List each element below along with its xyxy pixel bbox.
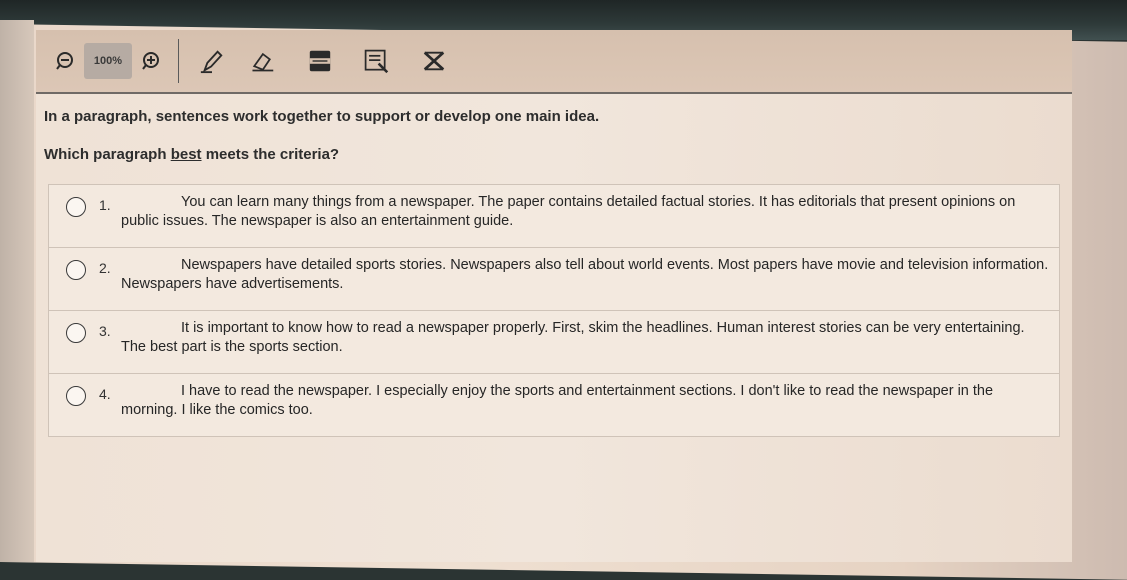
eraser-icon[interactable] bbox=[249, 48, 275, 74]
question-stem-emphasis: best bbox=[170, 146, 202, 163]
question-stem-end: meets the criteria? bbox=[201, 146, 340, 163]
answer-text-4: I have to read the newspaper. I especial… bbox=[121, 383, 994, 418]
zoom-out-icon[interactable] bbox=[52, 48, 78, 74]
radio-button-2[interactable] bbox=[66, 260, 86, 280]
answer-text-2: Newspapers have detailed sports stories.… bbox=[121, 257, 1049, 292]
answer-number-4: 4. bbox=[99, 386, 111, 402]
question-stem: Which paragraph best meets the criteria? bbox=[44, 146, 339, 163]
radio-button-3[interactable] bbox=[66, 323, 86, 343]
answer-number-1: 1. bbox=[99, 197, 111, 213]
radio-button-4[interactable] bbox=[66, 386, 86, 406]
answer-choices: 1. You can learn many things from a news… bbox=[48, 184, 1060, 437]
screen-edge bbox=[0, 20, 34, 562]
answer-option-3[interactable]: 3. It is important to know how to read a… bbox=[49, 311, 1059, 374]
answer-number-3: 3. bbox=[99, 323, 111, 339]
answer-eliminator-icon[interactable] bbox=[421, 48, 447, 74]
toolbar: 100% bbox=[36, 30, 1072, 94]
answer-text-1: You can learn many things from a newspap… bbox=[121, 194, 1016, 229]
notepad-icon[interactable] bbox=[363, 48, 389, 74]
zoom-in-icon[interactable] bbox=[138, 48, 164, 74]
answer-text-3: It is important to know how to read a ne… bbox=[121, 320, 1025, 355]
answer-number-2: 2. bbox=[99, 260, 111, 276]
question-stem-start: Which paragraph bbox=[44, 146, 171, 163]
question-panel: In a paragraph, sentences work together … bbox=[36, 94, 1072, 562]
prompt-text: In a paragraph, sentences work together … bbox=[44, 108, 600, 125]
line-reader-icon[interactable] bbox=[307, 48, 333, 74]
toolbar-divider bbox=[178, 39, 179, 83]
radio-button-1[interactable] bbox=[66, 197, 86, 217]
pen-icon[interactable] bbox=[199, 48, 225, 74]
answer-option-4[interactable]: 4. I have to read the newspaper. I espec… bbox=[49, 374, 1059, 436]
zoom-level: 100% bbox=[84, 43, 132, 79]
answer-option-1[interactable]: 1. You can learn many things from a news… bbox=[49, 185, 1059, 248]
answer-option-2[interactable]: 2. Newspapers have detailed sports stori… bbox=[49, 248, 1059, 311]
